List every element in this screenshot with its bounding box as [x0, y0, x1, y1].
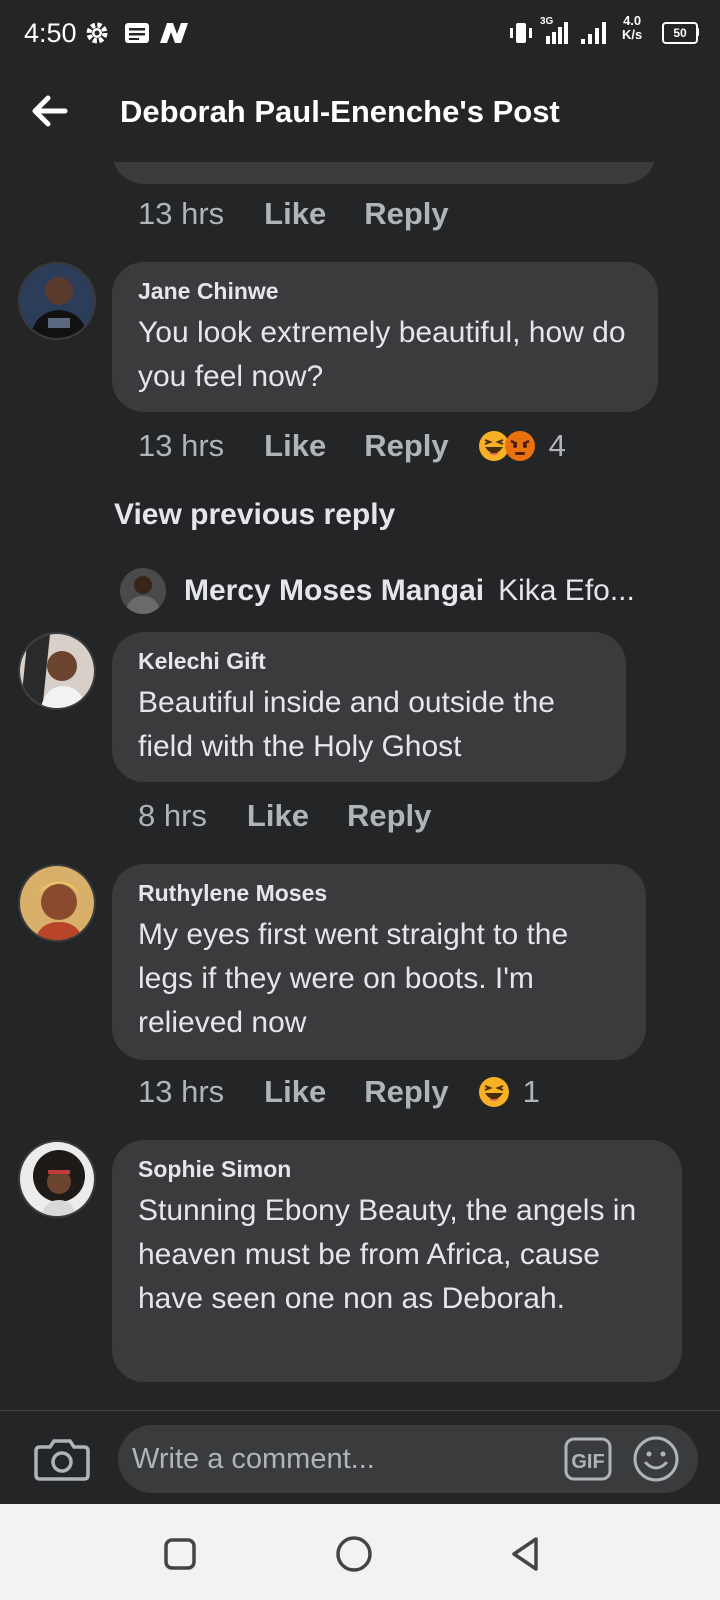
comment-author[interactable]: Sophie Simon	[138, 1156, 658, 1183]
comment-bubble[interactable]: Ruthylene Moses My eyes first went strai…	[112, 864, 646, 1060]
news-icon	[124, 18, 150, 48]
like-button[interactable]: Like	[264, 196, 326, 232]
reply-button[interactable]: Reply	[364, 428, 448, 464]
comment-text: My eyes first went straight to the legs …	[138, 918, 569, 1039]
reply-button[interactable]: Reply	[364, 196, 448, 232]
comment-actions: 13 hrs Like Reply 1	[138, 1074, 540, 1110]
status-bar: 4:50 3G 4.0 K/s 50	[0, 0, 720, 66]
emoji-icon[interactable]	[632, 1435, 680, 1483]
avatar[interactable]	[18, 632, 96, 710]
network-speed-value: 4.0	[623, 13, 642, 28]
comment-time: 13 hrs	[138, 196, 225, 231]
page-title: Deborah Paul-Enenche's Post	[120, 94, 560, 129]
reply-preview[interactable]: Mercy Moses Mangai Kika Efo...	[120, 568, 635, 614]
app-notification-icon	[158, 18, 190, 48]
network-speed-unit: K/s	[622, 27, 643, 42]
like-button[interactable]: Like	[264, 1074, 326, 1110]
post-header: Deborah Paul-Enenche's Post	[0, 66, 720, 162]
avatar[interactable]	[18, 1140, 96, 1218]
comment-bubble[interactable]: Sophie Simon Stunning Ebony Beauty, the …	[112, 1140, 682, 1382]
home-icon[interactable]	[334, 1534, 374, 1574]
reply-button[interactable]: Reply	[347, 798, 431, 834]
settings-gear-icon	[84, 18, 110, 48]
mobile-data-label: 3G	[540, 16, 554, 27]
reply-author: Mercy Moses Mangai	[184, 574, 485, 607]
recent-apps-icon[interactable]	[160, 1534, 200, 1574]
avatar[interactable]	[18, 864, 96, 942]
gif-label: GIF	[571, 1451, 604, 1473]
back-nav-icon[interactable]	[506, 1534, 546, 1574]
comment-time: 13 hrs	[138, 1074, 225, 1109]
comment-time: 8 hrs	[138, 798, 207, 833]
signal-strength-icon	[580, 18, 610, 48]
comment-author[interactable]: Jane Chinwe	[138, 278, 634, 305]
battery-icon: 50	[662, 22, 698, 44]
reply-button[interactable]: Reply	[364, 1074, 448, 1110]
reaction-count: 4	[548, 428, 566, 463]
like-button[interactable]: Like	[247, 798, 309, 834]
comment-time: 13 hrs	[138, 428, 225, 463]
angry-reaction-icon	[504, 431, 535, 461]
gif-icon[interactable]: GIF	[564, 1437, 612, 1481]
vibrate-icon	[508, 18, 534, 48]
reply-snippet: Kika Efo...	[498, 574, 635, 607]
comment-bubble[interactable]: Kelechi Gift Beautiful inside and outsid…	[112, 632, 626, 782]
like-button[interactable]: Like	[264, 428, 326, 464]
battery-nub	[696, 28, 699, 36]
avatar[interactable]	[18, 262, 96, 340]
comment-bubble[interactable]: Jane Chinwe You look extremely beautiful…	[112, 262, 658, 412]
comment-author[interactable]: Kelechi Gift	[138, 648, 602, 675]
back-arrow-icon[interactable]	[26, 88, 72, 134]
comment-text: Beautiful inside and outside the field w…	[138, 686, 555, 763]
reaction-summary[interactable]: 1	[477, 1074, 540, 1110]
view-previous-reply-link[interactable]: View previous reply	[114, 498, 395, 532]
comment-text: You look extremely beautiful, how do you…	[138, 316, 626, 393]
system-nav-bar	[0, 1504, 720, 1600]
haha-reaction-icon	[478, 1077, 509, 1107]
reaction-count: 1	[522, 1074, 540, 1109]
comment-composer: GIF	[0, 1410, 720, 1505]
avatar	[120, 568, 166, 614]
status-time: 4:50	[24, 18, 77, 48]
camera-icon[interactable]	[34, 1435, 90, 1483]
network-speed: 4.0 K/s	[622, 14, 642, 42]
comment-actions: 13 hrs Like Reply	[138, 196, 487, 232]
signal-3g-icon: 3G	[540, 16, 574, 48]
comment-actions: 13 hrs Like Reply 4	[138, 428, 566, 464]
comment-text: Stunning Ebony Beauty, the angels in hea…	[138, 1194, 637, 1315]
comment-actions: 8 hrs Like Reply	[138, 798, 469, 834]
reaction-summary[interactable]: 4	[477, 428, 566, 464]
comment-author[interactable]: Ruthylene Moses	[138, 880, 622, 907]
